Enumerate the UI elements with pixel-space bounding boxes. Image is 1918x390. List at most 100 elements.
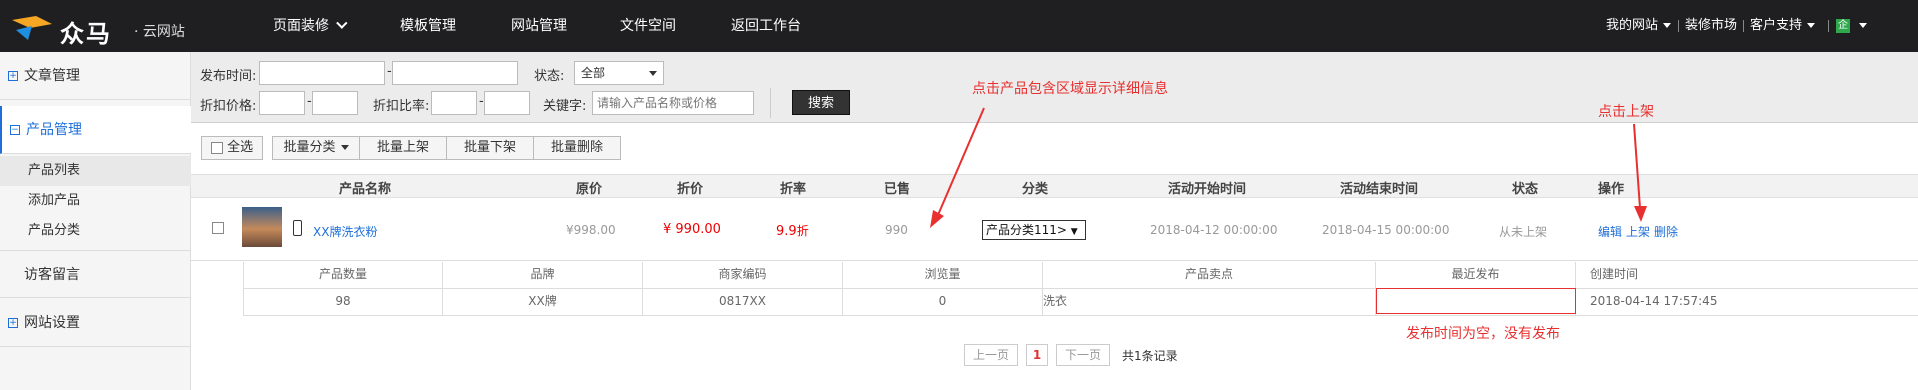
highlight-box — [1376, 288, 1576, 314]
detail-brand: XX牌 — [443, 289, 643, 316]
product-name-link[interactable]: XX牌洗衣粉 — [313, 223, 377, 240]
discount-price-max-input[interactable] — [312, 91, 358, 115]
detail-header-quantity: 产品数量 — [243, 262, 443, 289]
keyword-input[interactable] — [592, 91, 754, 115]
sold-count: 990 — [885, 223, 908, 237]
sidebar-item-visitor-messages[interactable]: 访客留言 — [0, 250, 191, 298]
original-price: ¥998.00 — [566, 223, 616, 237]
sidebar-sub-add-product[interactable]: 添加产品 — [0, 186, 191, 216]
sidebar: + 文章管理 − 产品管理 产品列表 添加产品 产品分类 访客留言 + 网站设置 — [0, 52, 191, 390]
caret-down-icon — [1807, 23, 1816, 28]
detail-views: 0 — [843, 289, 1043, 316]
col-product-name: 产品名称 — [339, 182, 392, 197]
annotation-click-list: 点击上架 — [1598, 104, 1654, 120]
select-all-button[interactable]: 全选 — [201, 136, 263, 160]
sidebar-sub-product-category[interactable]: 产品分类 — [0, 216, 191, 246]
sidebar-item-label: 访客留言 — [24, 267, 80, 283]
publish-time-end-input[interactable] — [392, 61, 518, 85]
discount-rate-value: 9.9 — [776, 224, 797, 239]
logo[interactable]: 众马 · 云网站 — [8, 8, 198, 48]
caret-down-icon — [1859, 23, 1867, 28]
status-select-value: 全部 — [581, 66, 606, 80]
tenant-badge: 企 — [1836, 18, 1850, 33]
category-select[interactable]: 产品分类111> ▼ — [982, 220, 1086, 240]
col-original-price: 原价 — [576, 182, 603, 197]
sidebar-item-label: 文章管理 — [24, 68, 80, 84]
detail-header-views: 浏览量 — [843, 262, 1043, 289]
decoration-market-link[interactable]: 装修市场 — [1685, 0, 1737, 52]
status-label: 状态: — [534, 69, 565, 84]
detail-header-created-time: 创建时间 — [1576, 262, 1918, 289]
sidebar-item-label: 产品管理 — [26, 122, 82, 138]
col-actions: 操作 — [1598, 182, 1625, 197]
divider — [1743, 20, 1744, 32]
sidebar-item-products[interactable]: − 产品管理 — [0, 106, 191, 154]
list-link[interactable]: 上架 — [1626, 223, 1650, 240]
publish-time-label: 发布时间: — [200, 69, 257, 84]
publish-time-start-input[interactable] — [259, 61, 385, 85]
batch-list-button[interactable]: 批量上架 — [359, 136, 447, 160]
detail-merchant-code: 0817XX — [643, 289, 843, 316]
range-dash: - — [479, 94, 484, 109]
col-discount-rate: 折率 — [780, 182, 807, 197]
account-menu[interactable]: 企 — [1836, 0, 1867, 52]
detail-created-time: 2018-04-14 17:57:45 — [1576, 289, 1918, 316]
page-1-button[interactable]: 1 — [1026, 344, 1048, 366]
my-site-label: 我的网站 — [1606, 18, 1659, 33]
sidebar-sub-product-list[interactable]: 产品列表 — [0, 156, 191, 186]
collapse-icon: − — [10, 125, 20, 135]
discount-rate-label: 折扣比率: — [373, 99, 430, 114]
nav-file-space[interactable]: 文件空间 — [620, 0, 676, 52]
edit-link[interactable]: 编辑 — [1598, 223, 1622, 240]
row-checkbox[interactable] — [212, 222, 224, 234]
keyword-label: 关键字: — [543, 99, 587, 114]
checkbox-icon — [210, 141, 223, 154]
delete-link[interactable]: 删除 — [1654, 223, 1678, 240]
select-all-label: 全选 — [227, 140, 254, 155]
detail-quantity: 98 — [243, 289, 443, 316]
caret-down-icon — [340, 145, 349, 150]
status-select[interactable]: 全部 — [574, 61, 664, 85]
detail-selling-point: 洗衣 — [1043, 289, 1376, 316]
discount-rate-unit: 折 — [796, 224, 809, 238]
batch-delist-button[interactable]: 批量下架 — [446, 136, 534, 160]
product-thumbnail — [242, 207, 282, 247]
nav-return-workbench[interactable]: 返回工作台 — [731, 0, 801, 52]
detail-header-last-publish: 最近发布 — [1376, 262, 1576, 289]
divider — [1828, 20, 1829, 32]
activity-end-time: 2018-04-15 00:00:00 — [1322, 223, 1450, 237]
logo-subtitle: · 云网站 — [134, 24, 185, 40]
top-navbar: 众马 · 云网站 页面装修 模板管理 网站管理 文件空间 返回工作台 我的网站 … — [0, 0, 1918, 52]
chevron-down-icon — [336, 17, 348, 29]
detail-header-merchant-code: 商家编码 — [643, 262, 843, 289]
col-status: 状态 — [1512, 182, 1539, 197]
my-site-menu[interactable]: 我的网站 — [1606, 0, 1672, 52]
discount-price-min-input[interactable] — [259, 91, 305, 115]
discount-rate-min-input[interactable] — [431, 91, 477, 115]
discount-rate: 9.9折 — [776, 222, 809, 239]
divider — [1678, 20, 1679, 32]
batch-delete-button[interactable]: 批量删除 — [533, 136, 621, 160]
table-header — [191, 174, 1918, 198]
discount-price: ¥ 990.00 — [663, 222, 721, 237]
discount-price-label: 折扣价格: — [200, 99, 257, 114]
discount-rate-max-input[interactable] — [484, 91, 530, 115]
prev-page-button[interactable]: 上一页 — [964, 344, 1018, 366]
annotation-click-product: 点击产品包含区域显示详细信息 — [972, 81, 1168, 97]
nav-page-decoration[interactable]: 页面装修 — [273, 0, 348, 52]
expand-icon: + — [8, 71, 18, 81]
nav-template-management[interactable]: 模板管理 — [400, 0, 456, 52]
activity-start-time: 2018-04-12 00:00:00 — [1150, 223, 1278, 237]
range-dash: - — [307, 94, 312, 109]
search-button[interactable]: 搜索 — [792, 90, 850, 115]
detail-header-selling-point: 产品卖点 — [1043, 262, 1376, 289]
next-page-button[interactable]: 下一页 — [1056, 344, 1110, 366]
expand-icon: + — [8, 318, 18, 328]
customer-support-menu[interactable]: 客户支持 — [1750, 0, 1816, 52]
nav-site-management[interactable]: 网站管理 — [511, 0, 567, 52]
batch-category-button[interactable]: 批量分类 — [272, 136, 360, 160]
sidebar-item-articles[interactable]: + 文章管理 — [0, 52, 191, 100]
sidebar-item-site-settings[interactable]: + 网站设置 — [0, 299, 191, 347]
col-sold: 已售 — [884, 182, 911, 197]
col-discount-price: 折价 — [677, 182, 704, 197]
